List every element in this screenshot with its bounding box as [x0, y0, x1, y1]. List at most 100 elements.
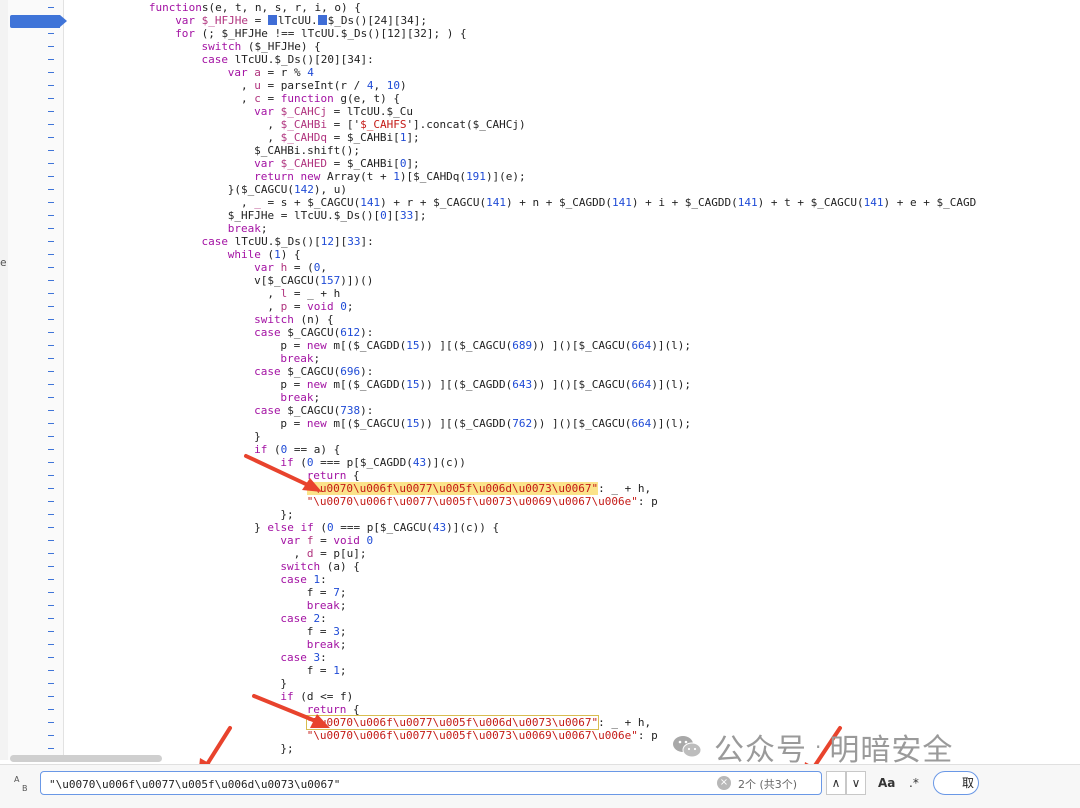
gutter-line-marker[interactable] [48, 163, 54, 164]
cancel-button[interactable]: 取 [933, 771, 979, 795]
gutter-line-marker[interactable] [48, 319, 54, 320]
match-case-toggle-icon[interactable]: A B [14, 775, 36, 797]
gutter-line-marker[interactable] [48, 72, 54, 73]
search-input-box[interactable]: × 2个 (共3个) [40, 771, 822, 795]
gutter-line-marker[interactable] [48, 488, 54, 489]
next-match-button[interactable]: ∨ [846, 771, 866, 795]
gutter-line-marker[interactable] [48, 254, 54, 255]
gutter-line-marker[interactable] [48, 267, 54, 268]
code-editor[interactable]: functions(e, t, n, s, r, i, o) {var $_HF… [72, 0, 977, 760]
gutter-line-marker[interactable] [48, 462, 54, 463]
code-token: )) ]()[$_CAGCU( [532, 417, 632, 430]
gutter-line-marker[interactable] [48, 722, 54, 723]
gutter-line-marker[interactable] [48, 514, 54, 515]
gutter-line-marker[interactable] [48, 592, 54, 593]
line-gutter[interactable] [8, 0, 67, 760]
gutter-line-marker[interactable] [48, 527, 54, 528]
gutter-line-marker[interactable] [48, 644, 54, 645]
gutter-line-marker[interactable] [48, 553, 54, 554]
code-token: function [280, 92, 334, 105]
code-token: 643 [512, 378, 533, 391]
gutter-line-marker[interactable] [48, 124, 54, 125]
code-token: c [254, 92, 261, 105]
code-token: for [175, 27, 196, 40]
gutter-line-marker[interactable] [48, 189, 54, 190]
gutter-line-marker[interactable] [48, 540, 54, 541]
gutter-line-marker[interactable] [48, 748, 54, 749]
gutter-line-marker[interactable] [48, 59, 54, 60]
code-line: , p = void 0; [254, 300, 353, 313]
gutter-line-marker[interactable] [48, 33, 54, 34]
code-line: var $_HFJHe = lTcUU. $_Ds()[24][34]; [175, 14, 427, 27]
code-token: ( [267, 443, 281, 456]
gutter-line-marker[interactable] [48, 579, 54, 580]
gutter-line-marker[interactable] [48, 176, 54, 177]
previous-match-button[interactable]: ∧ [826, 771, 846, 795]
clear-search-icon[interactable]: × [717, 776, 731, 790]
gutter-line-marker[interactable] [48, 436, 54, 437]
gutter-line-marker[interactable] [48, 670, 54, 671]
gutter-line-marker[interactable] [48, 215, 54, 216]
gutter-line-marker[interactable] [48, 618, 54, 619]
code-token: 33 [400, 209, 414, 222]
horizontal-scrollbar[interactable] [10, 755, 162, 762]
code-line: switch (n) { [254, 313, 334, 326]
code-token: var [227, 66, 248, 79]
code-line: , _ = s + $_CAGCU(141) + r + $_CAGCU(141… [228, 196, 977, 209]
gutter-line-marker[interactable] [48, 241, 54, 242]
code-token: $_CAHED [273, 157, 327, 170]
gutter-line-marker[interactable] [48, 371, 54, 372]
gutter-line-marker[interactable] [48, 683, 54, 684]
gutter-line-marker[interactable] [48, 657, 54, 658]
code-token: _ [254, 196, 261, 209]
gutter-line-marker[interactable] [48, 306, 54, 307]
gutter-line-marker[interactable] [48, 345, 54, 346]
code-line: var h = (0, [254, 261, 327, 274]
gutter-line-marker[interactable] [48, 202, 54, 203]
gutter-line-marker[interactable] [48, 605, 54, 606]
code-token: : _ + h, [598, 482, 652, 495]
code-token: 664 [631, 417, 652, 430]
gutter-line-marker[interactable] [48, 696, 54, 697]
gutter-line-marker[interactable] [48, 280, 54, 281]
gutter-line-marker[interactable] [48, 410, 54, 411]
code-token: ) + i + $_CAGDD( [631, 196, 738, 209]
gutter-line-marker[interactable] [48, 423, 54, 424]
code-token: $_CAGCU( [280, 326, 341, 339]
gutter-line-marker[interactable] [48, 46, 54, 47]
search-input[interactable] [47, 774, 711, 794]
gutter-line-marker[interactable] [48, 332, 54, 333]
gutter-line-marker[interactable] [48, 7, 54, 8]
code-token: (n) { [293, 313, 334, 326]
gutter-line-marker[interactable] [48, 709, 54, 710]
code-token: 142 [294, 183, 314, 196]
gutter-line-marker[interactable] [48, 20, 54, 21]
gutter-line-marker[interactable] [48, 137, 54, 138]
gutter-line-marker[interactable] [48, 228, 54, 229]
gutter-line-marker[interactable] [48, 735, 54, 736]
left-panel-fragment: e [0, 256, 7, 269]
code-token: while [227, 248, 261, 261]
gutter-line-marker[interactable] [48, 475, 54, 476]
gutter-line-marker[interactable] [48, 449, 54, 450]
match-case-button[interactable]: Aa [878, 776, 895, 790]
gutter-line-marker[interactable] [48, 293, 54, 294]
gutter-line-marker[interactable] [48, 358, 54, 359]
gutter-line-marker[interactable] [48, 98, 54, 99]
code-token: function [148, 1, 202, 14]
gutter-line-marker[interactable] [48, 85, 54, 86]
gutter-line-marker[interactable] [48, 397, 54, 398]
code-token: f = [306, 625, 334, 638]
gutter-line-marker[interactable] [48, 111, 54, 112]
breakpoint-marker[interactable] [10, 15, 67, 28]
gutter-line-marker[interactable] [48, 566, 54, 567]
code-token: ) + r + $_CAGCU( [380, 196, 487, 209]
code-token: 689 [512, 339, 533, 352]
gutter-line-marker[interactable] [48, 384, 54, 385]
gutter-line-marker[interactable] [48, 150, 54, 151]
code-token: = [313, 534, 334, 547]
regex-button[interactable]: .* [909, 776, 919, 790]
gutter-line-marker[interactable] [48, 501, 54, 502]
gutter-line-marker[interactable] [48, 631, 54, 632]
